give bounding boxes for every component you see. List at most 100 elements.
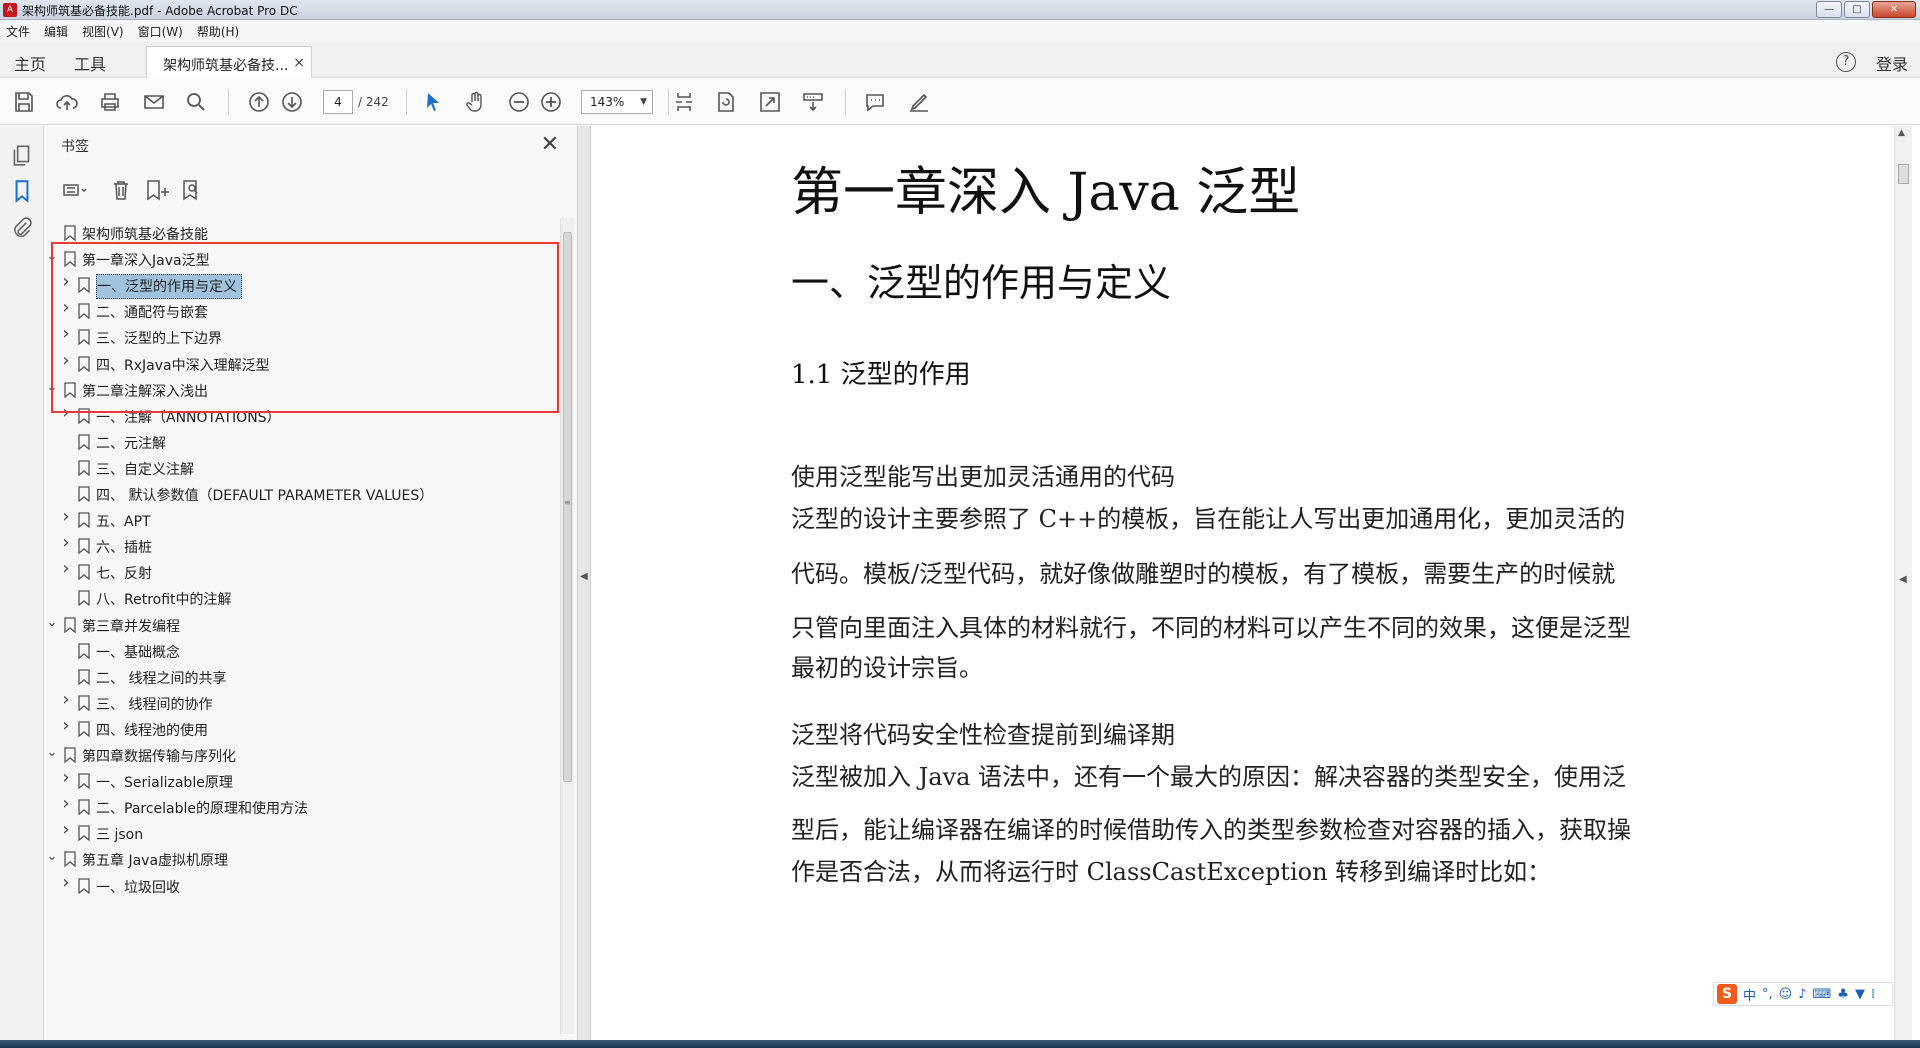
panel-splitter[interactable]: ◀ [577,126,591,1040]
tab-document[interactable]: 架构师筑基必备技... × [146,46,312,78]
bookmark-icon [78,434,90,451]
chevron-right-icon[interactable]: › [59,715,73,736]
bookmark-label: 七、反射 [96,566,152,582]
bookmark-icon [64,851,76,868]
bookmark-icon [78,773,90,790]
bookmark-label: 架构师筑基必备技能 [82,227,208,243]
scroll-mode-icon[interactable] [800,90,826,114]
close-tab-icon[interactable]: × [293,55,305,71]
chevron-right-icon[interactable]: › [59,532,73,553]
chevron-right-icon[interactable]: › [59,767,73,788]
fit-page-icon[interactable] [671,90,697,114]
body-line: 只管向里面注入具体的材料就行，不同的材料可以产生不同的效果，这便是泛型 [791,614,1631,642]
ime-toolbar[interactable]: S 中 °, ☺ ♪ ⌨ ♣ ▼ ⁞ [1713,982,1893,1006]
chevron-down-icon: ▼ [640,97,647,107]
menu-window[interactable]: 窗口(W) [138,23,183,40]
bookmark-item[interactable]: 八、Retrofit中的注解 [45,583,565,613]
upload-icon[interactable] [54,90,80,114]
bookmark-icon [78,460,90,477]
keyboard-icon[interactable]: ⌨ [1813,987,1832,1002]
document-scrollbar[interactable]: ▲ ◀ [1894,126,1912,1040]
maximize-button[interactable]: □ [1844,1,1870,18]
shirt-icon[interactable]: ▼ [1855,987,1865,1002]
close-window-button[interactable]: ✕ [1872,1,1916,18]
skin-icon[interactable]: ♣ [1837,987,1849,1002]
toolbar-separator [228,89,229,115]
search-icon[interactable] [183,90,209,114]
chevron-down-icon[interactable]: ⌄ [45,615,59,630]
bookmark-label: 四、 默认参数值（DEFAULT PARAMETER VALUES） [96,488,434,504]
chevron-right-icon[interactable]: › [59,793,73,814]
print-icon[interactable] [97,90,123,114]
new-bookmark-icon[interactable] [143,178,171,202]
bookmark-icon [64,617,76,634]
bookmark-label: 五、APT [96,514,151,530]
page-number-input[interactable]: 4 [323,90,353,114]
menu-edit[interactable]: 编辑 [44,23,68,40]
menu-view[interactable]: 视图(V) [82,23,124,40]
ime-mode[interactable]: 中 [1743,985,1756,1004]
bookmark-item[interactable]: ⌄ 第五章 Java虚拟机原理 [45,844,565,874]
chevron-down-icon[interactable]: ⌄ [45,849,59,864]
os-taskbar [0,1040,1920,1048]
chevron-right-icon[interactable]: › [59,819,73,840]
help-icon[interactable]: ? [1836,52,1856,72]
body-line: 使用泛型能写出更加灵活通用的代码 [791,463,1175,491]
attachment-icon[interactable] [9,214,35,240]
chevron-right-icon[interactable]: › [59,872,73,893]
chevron-right-icon[interactable]: › [59,689,73,710]
fullscreen-icon[interactable] [757,90,783,114]
bookmark-icon [64,225,76,242]
rotate-icon[interactable] [713,90,739,114]
options-icon[interactable] [61,178,89,202]
tab-home[interactable]: 主页 [14,51,46,75]
ime-punct[interactable]: °, [1762,987,1773,1002]
zoom-in-icon[interactable] [538,90,564,114]
bookmark-label: 六、插桩 [96,540,152,556]
save-icon[interactable] [11,90,37,114]
bookmark-label: 一、Serializable原理 [96,775,233,791]
chevron-right-icon[interactable]: › [59,506,73,527]
sign-icon[interactable] [906,90,932,114]
page-down-icon[interactable] [279,90,305,114]
subsection-heading: 1.1 泛型的作用 [791,360,971,390]
toolbar-separator [406,89,407,115]
minimize-button[interactable]: — [1816,1,1842,18]
page-up-icon[interactable] [246,90,272,114]
find-bookmark-icon[interactable] [179,178,207,202]
body-line: 代码。模板/泛型代码，就好像做雕塑时的模板，有了模板，需要生产的时候就 [791,560,1616,588]
comment-icon[interactable] [862,90,888,114]
login-link[interactable]: 登录 [1876,51,1908,75]
bookmark-icon [78,825,90,842]
select-arrow-icon[interactable] [420,90,446,114]
menu-help[interactable]: 帮助(H) [197,23,239,40]
bookmark-label: 第三章并发编程 [82,619,180,635]
grid-icon[interactable]: ⁞ [1871,987,1875,1002]
mail-icon[interactable] [141,90,167,114]
tab-tools[interactable]: 工具 [74,51,106,75]
chevron-right-icon[interactable]: › [59,558,73,579]
scrollbar-thumb[interactable] [563,232,572,782]
body-line: 最初的设计宗旨。 [791,654,983,682]
bookmark-label: 三 json [96,827,144,843]
expand-right-panel-icon[interactable]: ◀ [1899,574,1907,585]
scroll-up-icon[interactable]: ▲ [1898,128,1905,138]
hand-icon[interactable] [463,90,489,114]
bookmark-icon [78,538,90,555]
zoom-out-icon[interactable] [506,90,532,114]
bookmark-item[interactable]: › 一、垃圾回收 [45,871,565,901]
delete-icon[interactable] [107,178,135,202]
pages-icon[interactable] [9,142,35,168]
chevron-down-icon[interactable]: ⌄ [45,745,59,760]
close-icon[interactable]: ✕ [541,132,559,157]
emoji-icon[interactable]: ☺ [1779,987,1793,1002]
collapse-left-icon[interactable]: ◀ [580,571,588,582]
microphone-icon[interactable]: ♪ [1798,987,1806,1002]
bookmark-icon [78,512,90,529]
menu-file[interactable]: 文件 [6,23,30,40]
bookmarks-scrollbar[interactable]: ≡ [560,218,574,1034]
bookmark-icon[interactable] [9,178,35,204]
bookmark-label: 第四章数据传输与序列化 [82,749,236,765]
zoom-select[interactable]: 143% ▼ [581,90,653,114]
scrollbar-thumb[interactable] [1898,164,1909,184]
